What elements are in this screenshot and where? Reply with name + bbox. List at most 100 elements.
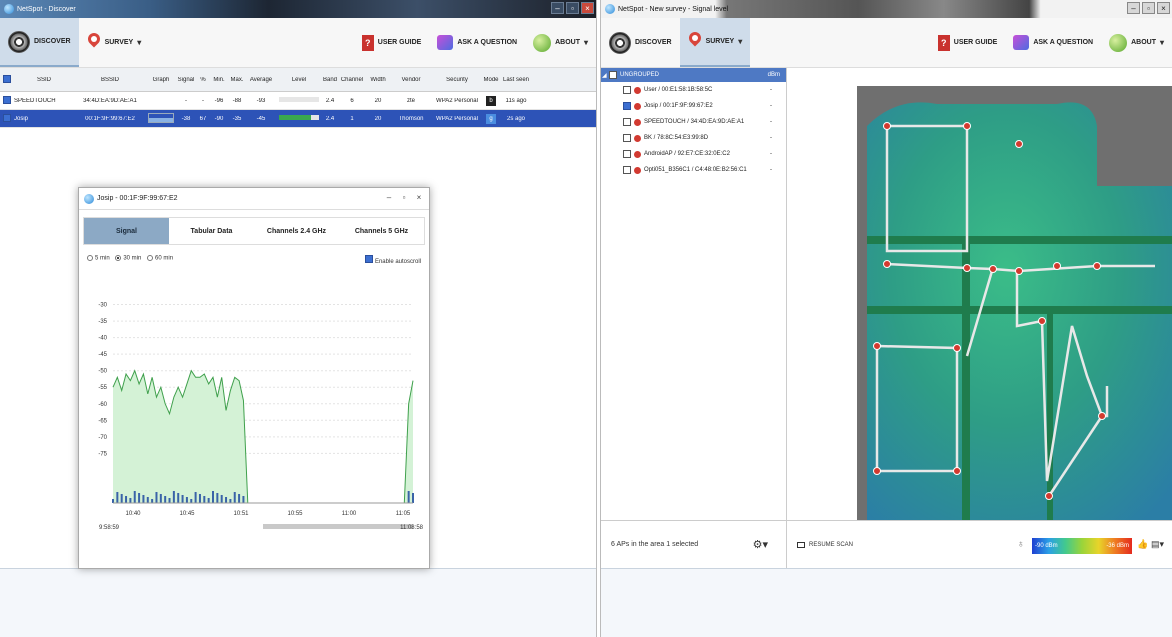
col-band[interactable]: Band xyxy=(322,77,338,83)
about-button[interactable]: ABOUT ▾ xyxy=(1101,18,1172,67)
col-last-seen[interactable]: Last seen xyxy=(500,77,532,83)
col-mode[interactable]: Mode xyxy=(482,77,500,83)
survey-point[interactable] xyxy=(873,342,881,350)
col-graph[interactable]: Graph xyxy=(146,77,176,83)
ask-question-label: ASK A QUESTION xyxy=(1033,39,1094,46)
survey-button[interactable]: SURVEY ▾ xyxy=(79,18,150,67)
group-checkbox[interactable] xyxy=(609,71,617,79)
survey-point[interactable] xyxy=(1015,267,1023,275)
maximize-button[interactable]: ▫ xyxy=(566,2,579,14)
ap-list-item[interactable]: SPEEDTOUCH / 34:4D:EA:9D:AE:A1 - xyxy=(601,114,786,130)
survey-point[interactable] xyxy=(873,467,881,475)
col-signal[interactable]: Signal xyxy=(176,77,196,83)
map-footer: RESUME SCAN ♁ -90 dBm -36 dBm 👍 ▤▾ xyxy=(787,520,1172,568)
heatmap-area[interactable] xyxy=(797,70,1172,520)
user-guide-button[interactable]: ? USER GUIDE xyxy=(354,18,430,67)
export-icon[interactable]: ▤▾ xyxy=(1151,539,1164,550)
heatmap-canvas[interactable] xyxy=(857,86,1172,520)
survey-point[interactable] xyxy=(1093,262,1101,270)
radio-60min[interactable] xyxy=(147,255,154,261)
popup-titlebar[interactable]: Josip - 00:1F:9F:99:67:E2 – ▫ × xyxy=(79,188,429,210)
close-button[interactable]: × xyxy=(1157,2,1170,14)
right-titlebar[interactable]: NetSpot - New survey - Signal level – ▫ … xyxy=(601,0,1172,18)
tab-signal[interactable]: Signal xyxy=(84,218,169,244)
group-header[interactable]: ◢ UNGROUPED dBm xyxy=(601,68,786,82)
resume-scan-button[interactable]: RESUME SCAN xyxy=(797,541,853,548)
ap-value: - xyxy=(770,103,772,109)
survey-point[interactable] xyxy=(883,122,891,130)
tab-channels-24[interactable]: Channels 2.4 GHz xyxy=(254,218,339,244)
ap-list-item[interactable]: BK / 78:8C:54:E3:99:8D - xyxy=(601,130,786,146)
table-row[interactable]: SPEEDTOUCH 34:4D:EA:9D:AE:A1 - - -96 -88… xyxy=(0,92,596,110)
tab-channels-5[interactable]: Channels 5 GHz xyxy=(339,218,424,244)
autoscroll-checkbox[interactable] xyxy=(365,255,374,263)
survey-point[interactable] xyxy=(1053,262,1061,270)
ap-list-item[interactable]: Opti051_B356C1 / C4:48:0E:B2:56:C1 - xyxy=(601,162,786,178)
expand-arrow-icon[interactable]: ◢ xyxy=(602,72,607,79)
ap-list-item[interactable]: Josip / 00:1F:9F:99:67:E2 - xyxy=(601,98,786,114)
survey-point[interactable] xyxy=(1098,412,1106,420)
row-checkbox[interactable] xyxy=(3,95,11,104)
discover-button[interactable]: DISCOVER xyxy=(601,18,680,67)
gear-icon[interactable]: ⚙▾ xyxy=(753,538,768,551)
survey-point[interactable] xyxy=(953,344,961,352)
survey-button[interactable]: SURVEY ▾ xyxy=(679,18,751,67)
ap-checkbox[interactable] xyxy=(623,150,631,158)
ask-question-button[interactable]: ASK A QUESTION xyxy=(1005,18,1101,67)
ap-name: Josip / 00:1F:9F:99:67:E2 xyxy=(644,103,713,109)
thumb-icon[interactable]: 👍 xyxy=(1137,539,1148,550)
ap-checkbox[interactable] xyxy=(623,118,631,126)
select-all-checkbox[interactable] xyxy=(3,74,11,83)
ap-checkbox[interactable] xyxy=(623,134,631,142)
left-titlebar[interactable]: NetSpot - Discover – ▫ × xyxy=(0,0,596,18)
y-tick-label: -60 xyxy=(98,402,107,408)
popup-close-button[interactable]: × xyxy=(413,192,425,204)
row-checkbox[interactable] xyxy=(3,113,11,122)
popup-maximize-button[interactable]: ▫ xyxy=(398,192,410,204)
survey-point[interactable] xyxy=(963,264,971,272)
discover-button[interactable]: DISCOVER xyxy=(0,18,79,67)
radio-30min[interactable] xyxy=(115,255,122,261)
tab-tabular-data[interactable]: Tabular Data xyxy=(169,218,254,244)
ap-checkbox[interactable] xyxy=(623,166,631,174)
col-level[interactable]: Level xyxy=(276,77,322,83)
chevron-down-icon[interactable]: ▾ xyxy=(1160,38,1164,47)
col-average[interactable]: Average xyxy=(246,77,276,83)
survey-point[interactable] xyxy=(883,260,891,268)
pin-outline-icon[interactable]: ♁ xyxy=(1017,539,1025,550)
survey-point[interactable] xyxy=(1045,492,1053,500)
popup-minimize-button[interactable]: – xyxy=(383,192,395,204)
col-percent[interactable]: % xyxy=(196,77,210,83)
col-min[interactable]: Min. xyxy=(210,77,228,83)
ap-checkbox[interactable] xyxy=(623,86,631,94)
col-bssid[interactable]: BSSID xyxy=(74,77,146,83)
col-security[interactable]: Security xyxy=(432,77,482,83)
radio-5min[interactable] xyxy=(87,255,93,261)
ap-checkbox[interactable] xyxy=(623,102,631,110)
minimize-button[interactable]: – xyxy=(551,2,564,14)
chevron-down-icon[interactable]: ▾ xyxy=(584,38,588,47)
col-channel[interactable]: Channel xyxy=(338,77,366,83)
range-scrollbar[interactable] xyxy=(263,524,413,529)
user-guide-button[interactable]: ? USER GUIDE xyxy=(930,18,1006,67)
maximize-button[interactable]: ▫ xyxy=(1142,2,1155,14)
col-vendor[interactable]: Vendor xyxy=(390,77,432,83)
about-button[interactable]: ABOUT ▾ xyxy=(525,18,596,67)
noise-bar xyxy=(190,499,193,503)
chevron-down-icon[interactable]: ▾ xyxy=(137,38,141,47)
ap-list-item[interactable]: User / 00:E1:58:1B:58:5C - xyxy=(601,82,786,98)
survey-point[interactable] xyxy=(1038,317,1046,325)
col-ssid[interactable]: SSID xyxy=(14,77,74,83)
survey-point[interactable] xyxy=(989,265,997,273)
survey-point[interactable] xyxy=(1015,140,1023,148)
survey-point[interactable] xyxy=(963,122,971,130)
col-max[interactable]: Max. xyxy=(228,77,246,83)
col-width[interactable]: Width xyxy=(366,77,390,83)
ask-question-button[interactable]: ASK A QUESTION xyxy=(429,18,525,67)
minimize-button[interactable]: – xyxy=(1127,2,1140,14)
ap-list-item[interactable]: AndroidAP / 92:E7:CE:32:0E:C2 - xyxy=(601,146,786,162)
table-row-selected[interactable]: Josip 00:1F:9F:99:67:E2 -38 67 -90 -35 -… xyxy=(0,110,596,128)
chevron-down-icon[interactable]: ▾ xyxy=(738,37,742,46)
survey-point[interactable] xyxy=(953,467,961,475)
close-button[interactable]: × xyxy=(581,2,594,14)
